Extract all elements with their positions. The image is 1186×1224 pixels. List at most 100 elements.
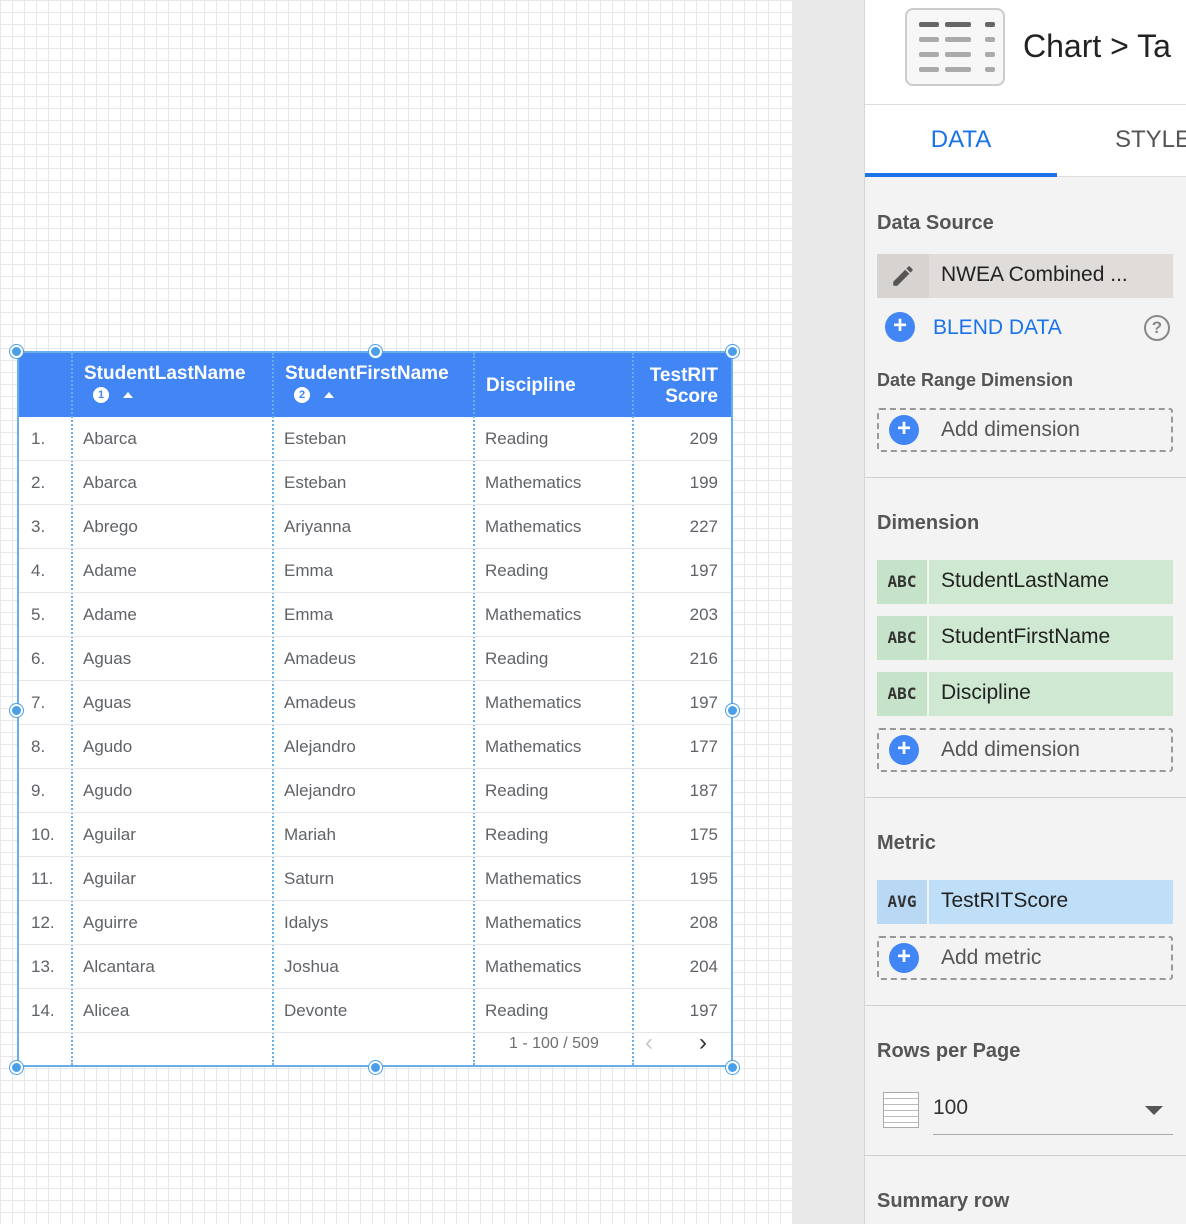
chart-type-breadcrumb[interactable]: Chart > Ta bbox=[1023, 28, 1171, 65]
cell-last-name: Adame bbox=[83, 561, 137, 580]
table-row[interactable]: 9. Agudo Alejandro Reading 187 bbox=[19, 769, 731, 813]
add-dimension-button[interactable]: + Add dimension bbox=[877, 728, 1173, 772]
header-student-last-name[interactable]: StudentLastName 1 bbox=[73, 353, 273, 417]
cell-discipline: Mathematics bbox=[485, 869, 582, 888]
cell-first-name: Esteban bbox=[284, 473, 347, 492]
cell-discipline: Mathematics bbox=[485, 737, 582, 756]
cell-first-name: Emma bbox=[284, 561, 334, 580]
row-number: 8. bbox=[31, 737, 46, 756]
cell-last-name: Adame bbox=[83, 605, 137, 624]
cell-discipline: Reading bbox=[485, 781, 549, 800]
row-number: 7. bbox=[31, 693, 46, 712]
table-row[interactable]: 11. Aguilar Saturn Mathematics 195 bbox=[19, 857, 731, 901]
resize-handle-left[interactable] bbox=[10, 704, 23, 717]
help-icon[interactable]: ? bbox=[1144, 315, 1170, 341]
divider bbox=[865, 477, 1186, 478]
dropdown-arrow-icon[interactable] bbox=[1145, 1106, 1163, 1115]
sort-ascending-icon bbox=[324, 392, 334, 398]
dimension-chip-student-first-name[interactable]: ABC StudentFirstName bbox=[877, 616, 1173, 660]
plus-icon: + bbox=[889, 735, 919, 765]
rows-per-page-select[interactable]: 100 bbox=[933, 1096, 968, 1120]
cell-score: 204 bbox=[689, 957, 718, 976]
edit-data-source-button[interactable] bbox=[877, 254, 929, 298]
aggregation-type-icon: AVG bbox=[877, 880, 927, 924]
dimension-chip-discipline[interactable]: ABC Discipline bbox=[877, 672, 1173, 716]
data-source-row[interactable]: NWEA Combined ... bbox=[877, 254, 1173, 298]
cell-score: 203 bbox=[689, 605, 718, 624]
table-row[interactable]: 3. Abrego Ariyanna Mathematics 227 bbox=[19, 505, 731, 549]
table-row[interactable]: 5. Adame Emma Mathematics 203 bbox=[19, 593, 731, 637]
panel-tabs: DATA STYLE bbox=[865, 105, 1186, 177]
cell-first-name: Esteban bbox=[284, 429, 347, 448]
resize-handle-bottom-right[interactable] bbox=[726, 1061, 739, 1074]
cell-discipline: Mathematics bbox=[485, 957, 582, 976]
row-number: 3. bbox=[31, 517, 46, 536]
add-date-range-dimension-button[interactable]: + Add dimension bbox=[877, 408, 1173, 452]
tab-data[interactable]: DATA bbox=[865, 105, 1057, 177]
rows-per-page-icon bbox=[883, 1092, 919, 1128]
cell-discipline: Mathematics bbox=[485, 517, 582, 536]
cell-first-name: Saturn bbox=[284, 869, 335, 888]
table-chart-icon[interactable] bbox=[905, 8, 1005, 86]
add-metric-button[interactable]: + Add metric bbox=[877, 936, 1173, 980]
cell-first-name: Devonte bbox=[284, 1001, 348, 1020]
cell-first-name: Alejandro bbox=[284, 781, 356, 800]
resize-handle-bottom-left[interactable] bbox=[10, 1061, 23, 1074]
cell-last-name: Agudo bbox=[83, 781, 133, 800]
resize-handle-right[interactable] bbox=[726, 704, 739, 717]
cell-first-name: Amadeus bbox=[284, 649, 356, 668]
row-number: 12. bbox=[31, 913, 55, 932]
cell-first-name: Joshua bbox=[284, 957, 339, 976]
cell-discipline: Reading bbox=[485, 825, 549, 844]
resize-handle-top-right[interactable] bbox=[726, 345, 739, 358]
row-number: 13. bbox=[31, 957, 55, 976]
resize-handle-top-left[interactable] bbox=[10, 345, 23, 358]
dimension-chip-student-last-name[interactable]: ABC StudentLastName bbox=[877, 560, 1173, 604]
plus-icon: + bbox=[889, 415, 919, 445]
table-row[interactable]: 7. Aguas Amadeus Mathematics 197 bbox=[19, 681, 731, 725]
header-discipline[interactable]: Discipline bbox=[475, 353, 633, 417]
header-test-rit-score[interactable]: TestRIT Score bbox=[634, 353, 731, 417]
table-row[interactable]: 1. Abarca Esteban Reading 209 bbox=[19, 417, 731, 461]
resize-handle-top[interactable] bbox=[369, 345, 382, 358]
table-row[interactable]: 6. Aguas Amadeus Reading 216 bbox=[19, 637, 731, 681]
table-row[interactable]: 13. Alcantara Joshua Mathematics 204 bbox=[19, 945, 731, 989]
previous-page-button[interactable]: ‹ bbox=[645, 1031, 665, 1055]
table-row[interactable]: 4. Adame Emma Reading 197 bbox=[19, 549, 731, 593]
table-row[interactable]: 8. Agudo Alejandro Mathematics 177 bbox=[19, 725, 731, 769]
cell-first-name: Ariyanna bbox=[284, 517, 352, 536]
row-number: 1. bbox=[31, 429, 46, 448]
sort-order-badge: 1 bbox=[93, 387, 109, 403]
cell-score: 177 bbox=[689, 737, 718, 756]
blend-data-button[interactable]: BLEND DATA bbox=[933, 316, 1062, 340]
tab-style[interactable]: STYLE bbox=[1115, 105, 1186, 177]
cell-score: 195 bbox=[689, 869, 718, 888]
table-row[interactable]: 14. Alicea Devonte Reading 197 bbox=[19, 989, 731, 1033]
text-type-icon: ABC bbox=[877, 672, 927, 716]
summary-row-title: Summary row bbox=[877, 1190, 1010, 1212]
resize-handle-bottom[interactable] bbox=[369, 1061, 382, 1074]
cell-score: 197 bbox=[689, 1001, 718, 1020]
header-student-first-name[interactable]: StudentFirstName 2 bbox=[274, 353, 474, 417]
table-row[interactable]: 2. Abarca Esteban Mathematics 199 bbox=[19, 461, 731, 505]
table-row[interactable]: 10. Aguilar Mariah Reading 175 bbox=[19, 813, 731, 857]
text-type-icon: ABC bbox=[877, 616, 927, 660]
table-row[interactable]: 12. Aguirre Idalys Mathematics 208 bbox=[19, 901, 731, 945]
cell-discipline: Reading bbox=[485, 429, 549, 448]
cell-discipline: Reading bbox=[485, 1001, 549, 1020]
row-number: 2. bbox=[31, 473, 46, 492]
table-chart[interactable]: StudentLastName 1 StudentFirstName 2 Dis… bbox=[17, 351, 733, 1067]
cell-discipline: Mathematics bbox=[485, 473, 582, 492]
cell-discipline: Mathematics bbox=[485, 605, 582, 624]
cell-last-name: Aguilar bbox=[83, 869, 136, 888]
row-number: 6. bbox=[31, 649, 46, 668]
data-source-title: Data Source bbox=[877, 212, 994, 234]
blend-add-icon[interactable]: + bbox=[885, 312, 915, 342]
panel-header: Chart > Ta bbox=[865, 0, 1186, 105]
date-range-dimension-title: Date Range Dimension bbox=[877, 370, 1074, 390]
next-page-button[interactable]: › bbox=[699, 1031, 719, 1055]
cell-score: 197 bbox=[689, 693, 718, 712]
cell-last-name: Aguirre bbox=[83, 913, 138, 932]
metric-chip-test-rit-score[interactable]: AVG TestRITScore bbox=[877, 880, 1173, 924]
cell-discipline: Mathematics bbox=[485, 913, 582, 932]
